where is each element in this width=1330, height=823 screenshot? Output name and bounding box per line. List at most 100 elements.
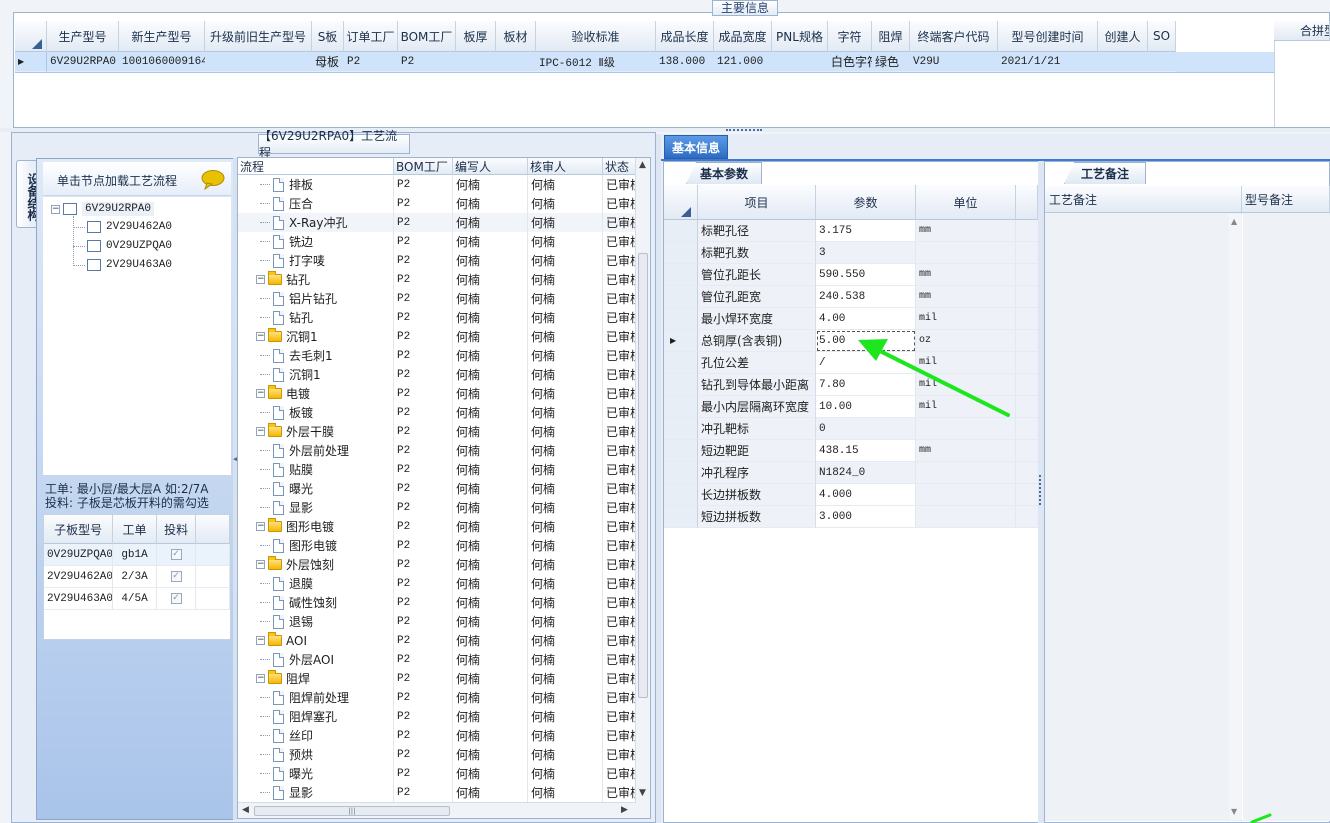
bom-cell[interactable]: P2 [394, 631, 453, 650]
process-row[interactable]: 排板P2何楠何楠已审核 [238, 175, 650, 194]
param-item-cell[interactable]: 孔位公差 [698, 352, 816, 374]
bom-cell[interactable]: P2 [394, 650, 453, 669]
column-header[interactable]: 终端客户代码 [910, 21, 998, 52]
param-row[interactable]: 标靶孔径 3.175 mm [664, 220, 1038, 242]
bom-cell[interactable]: P2 [394, 403, 453, 422]
grid-corner[interactable] [15, 21, 47, 52]
collapse-icon[interactable]: − [256, 427, 265, 436]
writer-cell[interactable]: 何楠 [453, 764, 528, 783]
writer-cell[interactable]: 何楠 [453, 308, 528, 327]
process-row[interactable]: 显影P2何楠何楠已审核 [238, 498, 650, 517]
status-cell[interactable]: 已审核 [603, 327, 637, 346]
column-header[interactable]: 工单 [113, 515, 157, 544]
scroll-left-icon[interactable]: ◀ [242, 805, 249, 815]
param-item-cell[interactable]: 管位孔距长 [698, 264, 816, 286]
status-cell[interactable]: 已审核 [603, 232, 637, 251]
status-cell[interactable]: 已审核 [603, 441, 637, 460]
node-checkbox-icon[interactable] [87, 240, 101, 252]
process-row[interactable]: −AOIP2何楠何楠已审核 [238, 631, 650, 650]
collapse-icon[interactable]: − [256, 275, 265, 284]
param-value-cell[interactable]: 4.000 [816, 484, 916, 506]
param-item-cell[interactable]: 标靶孔径 [698, 220, 816, 242]
model-remarks-text[interactable] [1243, 213, 1330, 821]
tree-node-root[interactable]: − 6V29U2RPA0 [51, 200, 155, 218]
bom-cell[interactable]: P2 [394, 479, 453, 498]
process-row[interactable]: −沉铜1P2何楠何楠已审核 [238, 327, 650, 346]
table-cell[interactable]: V29U [910, 52, 998, 72]
param-value-cell[interactable]: 4.00 [816, 308, 916, 330]
process-row[interactable]: 外层前处理P2何楠何楠已审核 [238, 441, 650, 460]
column-header[interactable]: BOM工厂 [394, 158, 453, 175]
param-unit-cell[interactable]: mm [916, 220, 1016, 242]
reviewer-cell[interactable]: 何楠 [528, 707, 603, 726]
writer-cell[interactable]: 何楠 [453, 517, 528, 536]
process-row[interactable]: 外层AOIP2何楠何楠已审核 [238, 650, 650, 669]
table-cell[interactable]: 121.000 [714, 52, 772, 72]
bom-cell[interactable]: P2 [394, 289, 453, 308]
bom-cell[interactable]: P2 [394, 251, 453, 270]
status-cell[interactable]: 已审核 [603, 289, 637, 308]
node-checkbox-icon[interactable] [87, 221, 101, 233]
bom-cell[interactable]: P2 [394, 593, 453, 612]
collapse-icon[interactable]: − [256, 332, 265, 341]
bom-cell[interactable]: P2 [394, 194, 453, 213]
reviewer-cell[interactable]: 何楠 [528, 593, 603, 612]
process-row[interactable]: 阻焊塞孔P2何楠何楠已审核 [238, 707, 650, 726]
reviewer-cell[interactable]: 何楠 [528, 403, 603, 422]
status-cell[interactable]: 已审核 [603, 650, 637, 669]
process-row[interactable]: 铝片钻孔P2何楠何楠已审核 [238, 289, 650, 308]
writer-cell[interactable]: 何楠 [453, 175, 528, 194]
writer-cell[interactable]: 何楠 [453, 365, 528, 384]
param-unit-cell[interactable] [916, 506, 1016, 528]
writer-cell[interactable]: 何楠 [453, 251, 528, 270]
param-item-cell[interactable]: 标靶孔数 [698, 242, 816, 264]
bom-cell[interactable]: P2 [394, 365, 453, 384]
column-header[interactable]: 单位 [916, 185, 1016, 220]
param-row[interactable]: 最小焊环宽度 4.00 mil [664, 308, 1038, 330]
status-cell[interactable]: 已审核 [603, 308, 637, 327]
process-row[interactable]: 压合P2何楠何楠已审核 [238, 194, 650, 213]
writer-cell[interactable]: 何楠 [453, 783, 528, 802]
reviewer-cell[interactable]: 何楠 [528, 612, 603, 631]
bom-cell[interactable]: P2 [394, 517, 453, 536]
column-header[interactable]: 状态 [603, 158, 637, 175]
column-header[interactable]: 板材 [496, 21, 536, 52]
reviewer-cell[interactable]: 何楠 [528, 232, 603, 251]
writer-cell[interactable]: 何楠 [453, 422, 528, 441]
writer-cell[interactable]: 何楠 [453, 270, 528, 289]
writer-cell[interactable]: 何楠 [453, 726, 528, 745]
reviewer-cell[interactable]: 何楠 [528, 365, 603, 384]
status-cell[interactable]: 已审核 [603, 270, 637, 289]
reviewer-cell[interactable]: 何楠 [528, 213, 603, 232]
node-checkbox-icon[interactable] [87, 259, 101, 271]
reviewer-cell[interactable]: 何楠 [528, 460, 603, 479]
status-cell[interactable]: 已审核 [603, 365, 637, 384]
writer-cell[interactable]: 何楠 [453, 327, 528, 346]
column-header[interactable]: 子板型号 [44, 515, 114, 544]
bom-cell[interactable]: P2 [394, 422, 453, 441]
writer-cell[interactable]: 何楠 [453, 574, 528, 593]
table-cell[interactable]: 母板 [312, 52, 344, 72]
process-row[interactable]: 打字唛P2何楠何楠已审核 [238, 251, 650, 270]
checkbox-checked-icon[interactable]: ✓ [170, 571, 182, 582]
bom-cell[interactable]: P2 [394, 441, 453, 460]
param-row[interactable]: 标靶孔数 3 [664, 242, 1038, 264]
writer-cell[interactable]: 何楠 [453, 441, 528, 460]
checkbox-checked-icon[interactable]: ✓ [170, 549, 182, 560]
bom-cell[interactable]: P2 [394, 745, 453, 764]
tab-basic-params[interactable]: 基本参数 [686, 162, 762, 184]
reviewer-cell[interactable]: 何楠 [528, 764, 603, 783]
table-cell[interactable] [496, 52, 536, 72]
status-cell[interactable]: 已审核 [603, 498, 637, 517]
collapse-icon[interactable]: − [256, 636, 265, 645]
scroll-up-icon[interactable]: ▲ [639, 160, 646, 170]
scroll-down-icon[interactable]: ▼ [639, 788, 646, 798]
sub-model-cell[interactable]: 2V29U462A0 [44, 566, 114, 588]
reviewer-cell[interactable]: 何楠 [528, 631, 603, 650]
table-cell[interactable]: 6V29U2RPA0 [47, 52, 119, 72]
column-header[interactable]: 型号创建时间 [998, 21, 1098, 52]
writer-cell[interactable]: 何楠 [453, 650, 528, 669]
status-cell[interactable]: 已审核 [603, 555, 637, 574]
table-cell[interactable] [205, 52, 312, 72]
column-header[interactable]: 项目 [698, 185, 816, 220]
